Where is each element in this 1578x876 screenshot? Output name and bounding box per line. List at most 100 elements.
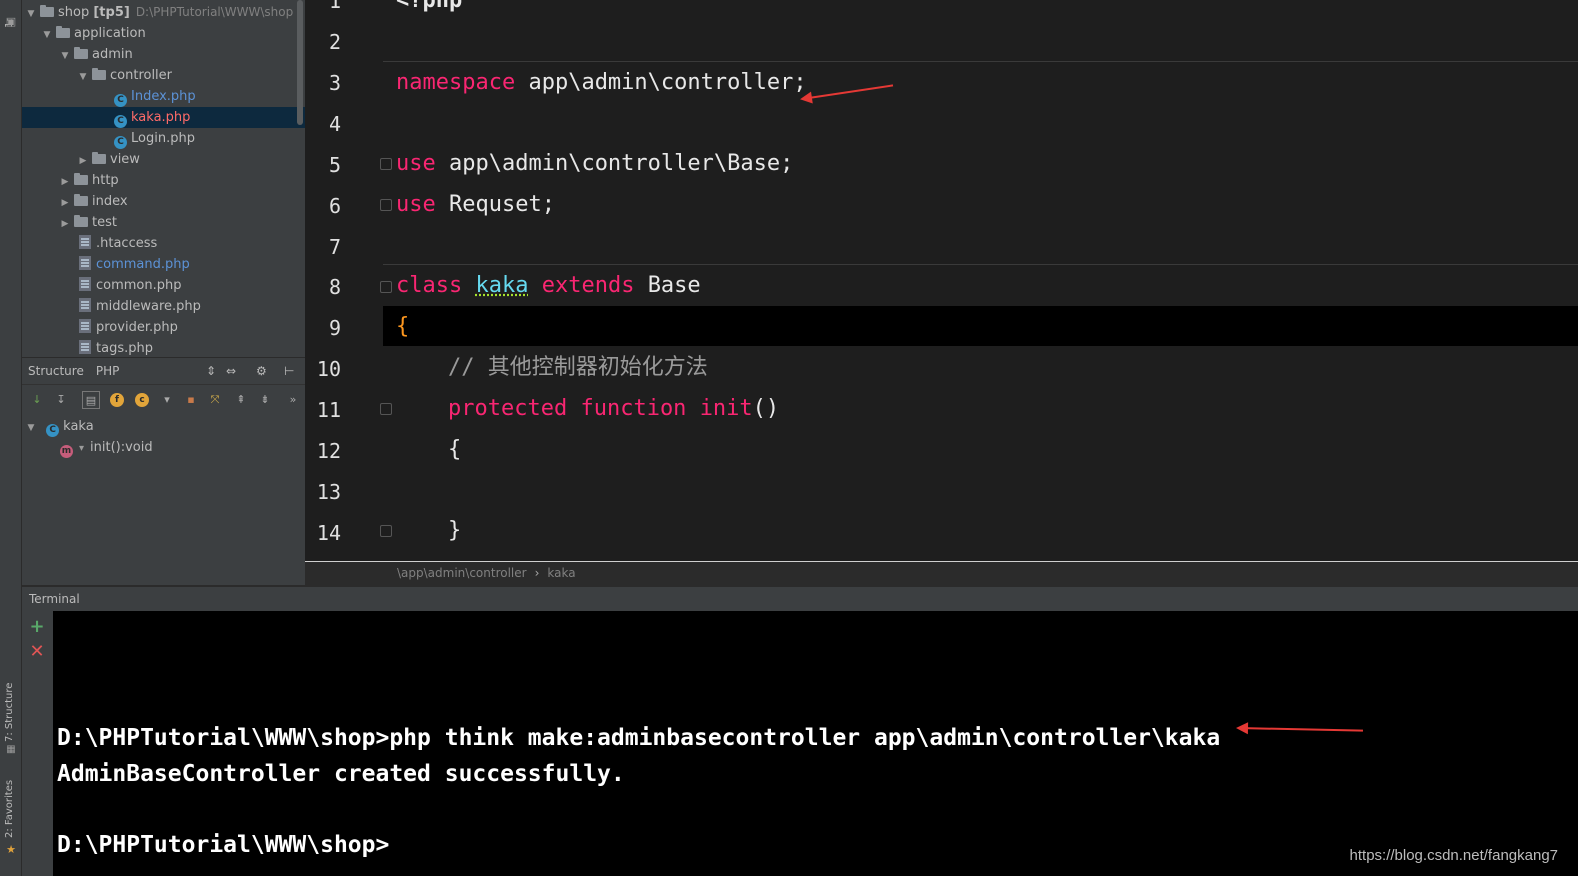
expand-all-icon[interactable]: ⇕ bbox=[206, 358, 216, 384]
tree-item-provider-php[interactable]: provider.php bbox=[22, 317, 305, 338]
filter-icon[interactable]: ▾ bbox=[158, 391, 176, 409]
keyword: extends bbox=[541, 273, 635, 298]
fold-marker-icon[interactable] bbox=[380, 525, 392, 537]
tree-item-label: view bbox=[110, 152, 140, 167]
line-number: 14 bbox=[316, 521, 341, 545]
tree-root-shop[interactable]: ▼ shop [tp5] D:\PHPTutorial\WWW\shop bbox=[22, 2, 305, 23]
line-number: 9 bbox=[328, 316, 341, 340]
terminal-line-prompt: D:\PHPTutorial\WWW\shop> bbox=[57, 832, 390, 858]
tree-item-view[interactable]: ▶ view bbox=[22, 149, 305, 170]
code-line-5: use app\admin\controller\Base; bbox=[396, 143, 793, 184]
php-file-icon bbox=[79, 256, 91, 270]
close-terminal-icon[interactable]: ✕ bbox=[29, 643, 45, 661]
collapse-arrow-icon[interactable]: ▶ bbox=[60, 193, 70, 214]
code-line-10: // 其他控制器初始化方法 bbox=[448, 355, 708, 380]
sort-alphabetically-icon[interactable]: ↧ bbox=[52, 391, 70, 409]
tab-php[interactable]: PHP bbox=[96, 364, 120, 378]
tree-item-http[interactable]: ▶ http bbox=[22, 170, 305, 191]
terminal-output[interactable]: D:\PHPTutorial\WWW\shop>php think make:a… bbox=[53, 611, 1578, 876]
keyword: function bbox=[580, 396, 687, 421]
line-number: 10 bbox=[316, 357, 341, 381]
collapse-icon[interactable]: ⇟ bbox=[256, 391, 274, 409]
hide-panel-icon[interactable]: ⊢ bbox=[284, 358, 294, 384]
expand-arrow-icon[interactable]: ▼ bbox=[78, 67, 88, 88]
line-number: 11 bbox=[316, 398, 341, 422]
fold-marker-icon[interactable] bbox=[380, 158, 392, 170]
fold-marker-icon[interactable] bbox=[380, 403, 392, 415]
terminal-header: Terminal bbox=[22, 586, 1578, 611]
line-number: 1 bbox=[328, 0, 341, 13]
expand-arrow-icon[interactable]: ▼ bbox=[26, 4, 36, 25]
structure-class-kaka[interactable]: ▼ Ckaka bbox=[26, 416, 94, 437]
collapse-arrow-icon[interactable]: ▶ bbox=[60, 214, 70, 235]
gear-icon[interactable]: ⚙ bbox=[256, 358, 267, 384]
php-class-icon: C bbox=[114, 136, 127, 149]
tree-item-label: middleware.php bbox=[96, 299, 201, 314]
tree-item-application[interactable]: ▼ application bbox=[22, 23, 305, 44]
sort-by-type-icon[interactable]: ↓ bbox=[28, 391, 46, 409]
collapse-arrow-icon[interactable]: ▶ bbox=[60, 172, 70, 193]
tree-item-label: index bbox=[92, 194, 128, 209]
tree-item-command-php[interactable]: command.php bbox=[22, 254, 305, 275]
fold-marker-icon[interactable] bbox=[380, 199, 392, 211]
tree-item-controller[interactable]: ▼ controller bbox=[22, 65, 305, 86]
method-icon: m bbox=[60, 445, 73, 458]
expand-arrow-icon[interactable]: ▼ bbox=[42, 25, 52, 46]
tab-structure[interactable]: Structure bbox=[28, 364, 84, 378]
project-tool-icon: ▣ bbox=[5, 15, 17, 28]
structure-method-label: init():void bbox=[90, 440, 153, 455]
code-text: app\admin\controller; bbox=[515, 70, 807, 95]
code-line-12: { bbox=[448, 437, 462, 462]
code-text: Requset; bbox=[435, 192, 555, 217]
line-number: 13 bbox=[316, 480, 341, 504]
tree-item-common-php[interactable]: common.php bbox=[22, 275, 305, 296]
new-terminal-plus-icon[interactable]: + bbox=[29, 618, 45, 636]
structure-tool-tab-label: 7: Structure bbox=[4, 682, 15, 742]
breadcrumb-namespace[interactable]: \app\admin\controller bbox=[397, 566, 527, 580]
folder-icon bbox=[74, 47, 88, 59]
autoscroll-icon[interactable]: ⤧ bbox=[206, 391, 224, 409]
tree-item-test[interactable]: ▶ test bbox=[22, 212, 305, 233]
fold-marker-icon[interactable] bbox=[380, 281, 392, 293]
keyword: namespace bbox=[396, 70, 516, 95]
collapse-arrow-icon[interactable]: ▶ bbox=[78, 151, 88, 172]
tree-item-kaka-php[interactable]: Ckaka.php bbox=[22, 107, 305, 128]
expand-arrow-icon[interactable]: ▼ bbox=[26, 418, 36, 439]
tree-item-middleware-php[interactable]: middleware.php bbox=[22, 296, 305, 317]
keyword: protected bbox=[448, 396, 568, 421]
tree-item-tags-php[interactable]: tags.php bbox=[22, 338, 305, 357]
line-number: 4 bbox=[328, 112, 341, 136]
structure-tabs: Structure PHP ⇕ ⇔ ⚙ ⊢ bbox=[22, 358, 305, 384]
show-constants-icon[interactable]: c bbox=[135, 393, 149, 407]
tree-item-htaccess[interactable]: .htaccess bbox=[22, 233, 305, 254]
folder-icon bbox=[56, 26, 70, 38]
lock-icon[interactable]: ▪ bbox=[182, 391, 200, 409]
terminal-title[interactable]: Terminal bbox=[29, 592, 80, 606]
show-fields-icon[interactable]: f bbox=[110, 393, 124, 407]
code-line-8: class kaka extends Base bbox=[396, 265, 701, 306]
more-icon[interactable]: » bbox=[284, 391, 302, 409]
tree-item-login-php[interactable]: C Login.php bbox=[22, 128, 305, 149]
tree-item-admin[interactable]: ▼ admin bbox=[22, 44, 305, 65]
tree-item-label: Index.php bbox=[131, 89, 196, 104]
favorites-tool-tab[interactable]: 2: Favorites bbox=[0, 780, 22, 840]
folder-icon bbox=[74, 173, 88, 185]
structure-method-init[interactable]: m ▾ init():void bbox=[60, 437, 153, 458]
php-file-icon bbox=[79, 340, 91, 354]
code-editor[interactable]: 1 2 3 4 5 6 7 8 9 10 11 12 13 14 <?php n… bbox=[305, 0, 1578, 561]
breadcrumb-class[interactable]: kaka bbox=[547, 566, 575, 580]
tree-item-index[interactable]: ▶ index bbox=[22, 191, 305, 212]
project-tree-panel: ▼ shop [tp5] D:\PHPTutorial\WWW\shop ▼ appl… bbox=[22, 0, 305, 357]
show-inherited-icon[interactable]: ▤ bbox=[82, 391, 100, 409]
php-file-icon bbox=[79, 298, 91, 312]
expand-icon[interactable]: ⇞ bbox=[232, 391, 250, 409]
structure-tool-tab[interactable]: 7: Structure bbox=[0, 680, 22, 750]
tree-item-index-php[interactable]: C Index.php bbox=[22, 86, 305, 107]
project-scrollbar[interactable] bbox=[297, 0, 303, 125]
line-number: 2 bbox=[328, 30, 341, 54]
expand-arrow-icon[interactable]: ▼ bbox=[60, 46, 70, 67]
file-icon bbox=[79, 235, 91, 249]
structure-tool-icon: ▦ bbox=[6, 744, 16, 755]
tree-item-label: command.php bbox=[96, 257, 190, 272]
collapse-all-icon[interactable]: ⇔ bbox=[226, 358, 236, 384]
